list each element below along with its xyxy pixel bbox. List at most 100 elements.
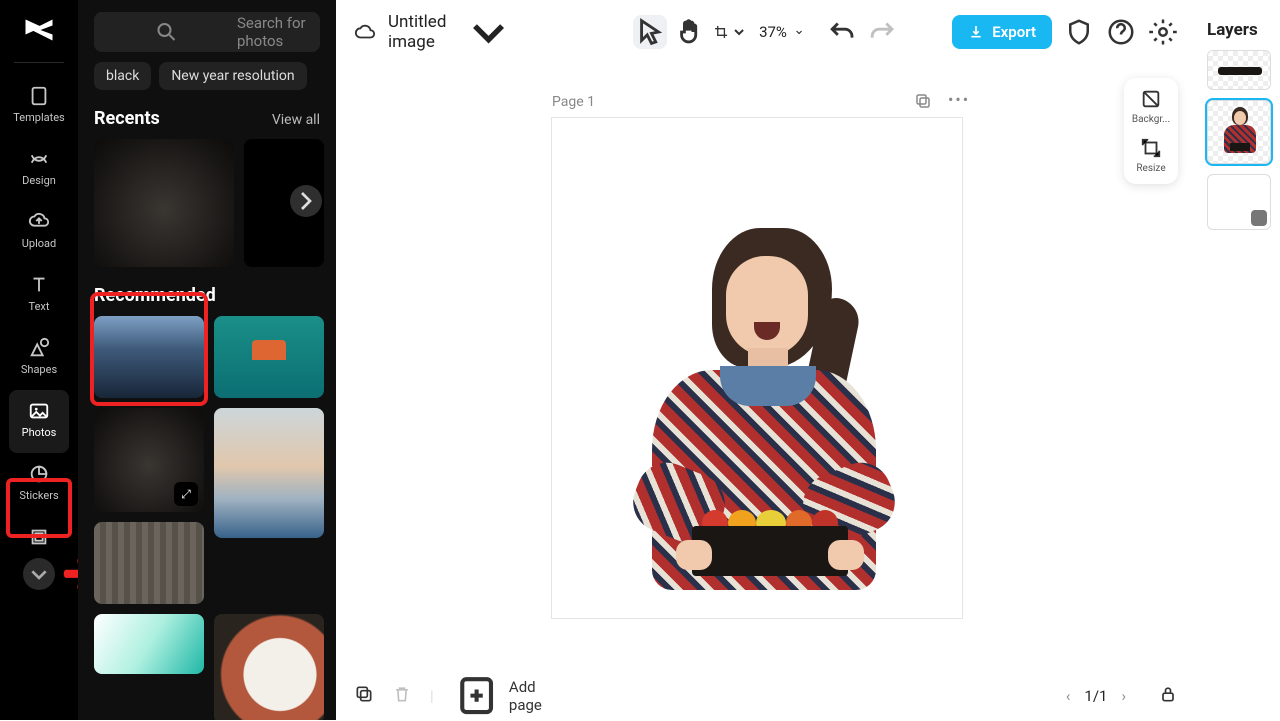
- chevron-down-icon: [793, 26, 805, 38]
- prev-page[interactable]: ‹: [1066, 687, 1071, 705]
- topbar-right: Export: [952, 15, 1178, 49]
- search-chips: black New year resolution: [94, 62, 320, 90]
- pages-list-icon[interactable]: [354, 684, 374, 708]
- redo-button[interactable]: [865, 15, 899, 49]
- crop-tool[interactable]: [713, 15, 747, 49]
- resize-icon: [1140, 137, 1162, 159]
- rail-label: Design: [22, 174, 56, 187]
- cloud-sync-icon[interactable]: [354, 21, 376, 43]
- rail-item-templates[interactable]: Templates: [9, 75, 69, 138]
- chip-new-year[interactable]: New year resolution: [159, 62, 306, 90]
- reco-photo-sea[interactable]: [214, 316, 324, 398]
- rail-item-shapes[interactable]: Shapes: [9, 327, 69, 390]
- upload-icon: [28, 211, 50, 233]
- templates-icon: [28, 85, 50, 107]
- app-logo[interactable]: [21, 12, 57, 48]
- duplicate-page-icon[interactable]: [914, 90, 932, 112]
- add-page-button[interactable]: Add page: [452, 671, 543, 720]
- rail-divider: [14, 62, 64, 63]
- reco-photo-abstract[interactable]: [94, 614, 204, 674]
- next-page[interactable]: ›: [1121, 687, 1126, 705]
- rail-item-upload[interactable]: Upload: [9, 201, 69, 264]
- expand-icon[interactable]: ⤢: [174, 482, 198, 506]
- help-button[interactable]: [1106, 17, 1136, 47]
- reco-photo-food[interactable]: [214, 614, 324, 720]
- design-icon: [28, 148, 50, 170]
- reco-photo-skyline[interactable]: [214, 408, 324, 538]
- shield-icon: [1064, 17, 1094, 47]
- rail-item-photos[interactable]: Photos: [9, 390, 69, 453]
- canvas-side-tools: Backgr... Resize: [1124, 78, 1178, 184]
- chevron-right-icon: [290, 185, 322, 217]
- chevron-down-icon: [23, 558, 55, 590]
- rail-label: Stickers: [19, 489, 58, 502]
- export-icon: [968, 24, 984, 40]
- crop-icon: [713, 15, 729, 49]
- rail-item-design[interactable]: Design: [9, 138, 69, 201]
- background-tool[interactable]: Backgr...: [1131, 88, 1171, 125]
- frame-icon: [28, 526, 50, 548]
- settings-button[interactable]: [1148, 17, 1178, 47]
- layers-title: Layers: [1207, 20, 1270, 40]
- search-placeholder: Search for photos: [237, 14, 308, 50]
- zoom-control[interactable]: 37%: [759, 23, 805, 41]
- undo-button[interactable]: [825, 15, 859, 49]
- text-icon: [28, 274, 50, 296]
- search-input[interactable]: Search for photos: [94, 12, 320, 52]
- shapes-icon: [28, 337, 50, 359]
- recents-header: Recents View all: [94, 108, 320, 129]
- export-button[interactable]: Export: [952, 15, 1052, 49]
- capcut-logo-icon: [21, 12, 57, 48]
- layer-thumb-background[interactable]: [1207, 174, 1271, 230]
- hand-tool[interactable]: [673, 15, 707, 49]
- page-more-icon[interactable]: •••: [948, 90, 970, 112]
- reco-photo-blackboard[interactable]: ⤢: [94, 408, 204, 512]
- recents-view-all[interactable]: View all: [272, 112, 320, 128]
- layer-thumb-crate[interactable]: [1207, 50, 1271, 90]
- recent-photo-1[interactable]: [94, 139, 234, 267]
- recents-next-button[interactable]: [290, 185, 322, 217]
- reco-photo-city[interactable]: [94, 316, 204, 398]
- rail-item-stickers[interactable]: Stickers: [9, 453, 69, 516]
- topbar-tools: 37%: [633, 15, 899, 49]
- bottombar: | Add page ‹ 1/1 ›: [336, 672, 1196, 720]
- recents-title: Recents: [94, 108, 160, 129]
- artboard[interactable]: [552, 118, 962, 618]
- resize-tool[interactable]: Resize: [1131, 137, 1171, 174]
- layer-thumb-person[interactable]: [1207, 100, 1271, 164]
- page-actions: •••: [914, 90, 970, 112]
- rail-label: Templates: [13, 111, 64, 124]
- chip-black[interactable]: black: [94, 62, 151, 90]
- document-title[interactable]: Untitled image: [388, 0, 521, 64]
- rail-label: Upload: [22, 237, 56, 250]
- recents-row: [94, 139, 320, 267]
- rail-more-button[interactable]: [23, 558, 55, 590]
- page-label: Page 1: [552, 94, 595, 110]
- help-icon: [1106, 17, 1136, 47]
- select-tool[interactable]: [633, 15, 667, 49]
- add-page-icon: [452, 671, 501, 720]
- redo-icon: [865, 15, 899, 49]
- app-rail: Templates Design Upload Text Shapes Phot…: [0, 0, 78, 720]
- delete-page-icon[interactable]: [392, 684, 412, 708]
- photos-panel: Search for photos black New year resolut…: [78, 0, 336, 720]
- cursor-icon: [633, 15, 667, 49]
- canvas[interactable]: Page 1 ••• Backgr... Resize: [336, 64, 1196, 672]
- reco-photo-stone[interactable]: [94, 522, 204, 604]
- lock-icon[interactable]: [1158, 684, 1178, 708]
- topbar-left: Untitled image: [354, 0, 521, 64]
- recommended-title: Recommended: [94, 285, 216, 306]
- rail-item-frames[interactable]: [9, 516, 69, 548]
- rail-item-text[interactable]: Text: [9, 264, 69, 327]
- undo-icon: [825, 15, 859, 49]
- canvas-image-person[interactable]: [628, 228, 888, 618]
- editor-area: Untitled image 37% Export Page: [336, 0, 1196, 720]
- recommended-grid: ⤢: [94, 316, 320, 720]
- rail-label: Shapes: [21, 363, 57, 376]
- hand-icon: [673, 15, 707, 49]
- stickers-icon: [28, 463, 50, 485]
- photos-icon: [28, 400, 50, 422]
- shield-button[interactable]: [1064, 17, 1094, 47]
- background-icon: [1140, 88, 1162, 110]
- layers-panel: Layers: [1196, 0, 1280, 720]
